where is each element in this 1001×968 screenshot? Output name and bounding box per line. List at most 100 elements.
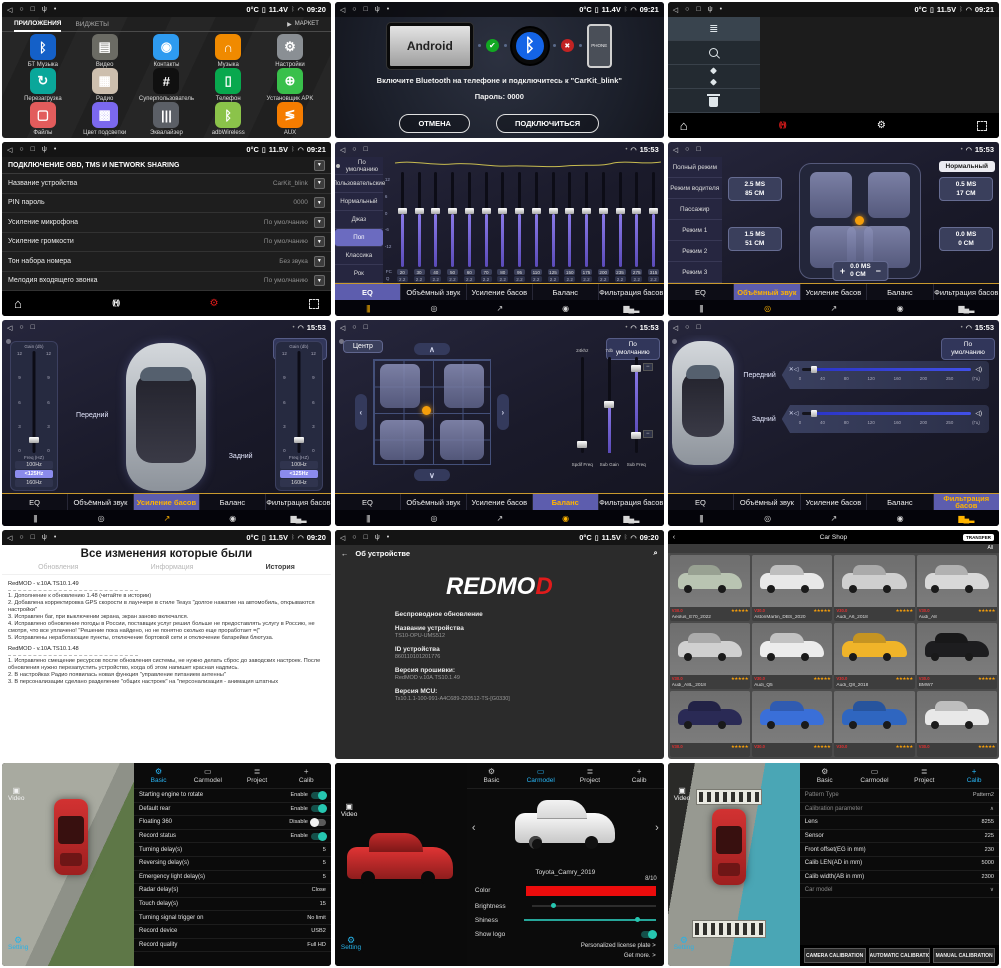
tab-project[interactable]: ≣Project [565, 767, 614, 785]
back-icon[interactable]: ◁ [340, 324, 345, 332]
toggle-switch[interactable] [311, 792, 326, 799]
shiness-handle[interactable] [635, 917, 640, 922]
back-icon[interactable]: ◁ [340, 534, 345, 542]
setting-button[interactable]: ⚙Setting [341, 936, 361, 952]
playlist-edit-button[interactable]: ≣ [668, 17, 760, 41]
recents-icon[interactable]: □ [364, 324, 368, 331]
recents-icon[interactable]: □ [31, 146, 35, 153]
eq-slider-handle[interactable] [582, 208, 591, 214]
bass-icon[interactable]: ↗ [134, 514, 200, 523]
calib-setting-row[interactable]: Pattern Type Pattern2 [800, 789, 999, 803]
tab-widgets[interactable]: ВИДЖЕТЫ [75, 18, 108, 31]
app-icon[interactable]: ↻ Перезагрузка [12, 68, 74, 102]
back-icon[interactable]: ◁ [340, 146, 345, 154]
app-icon[interactable]: ▦ Радио [74, 68, 136, 102]
eq-icon[interactable]: ||| [2, 514, 68, 523]
balance-icon[interactable]: ◉ [867, 304, 933, 313]
car-card[interactable]: V30.0 ★★★★★ AstonMartin_DBS_2020 [752, 555, 832, 621]
car-card[interactable]: V30.0 ★★★★★ [670, 691, 750, 757]
about-item[interactable]: ID устройства 860110101201776 [395, 646, 664, 660]
eq-slider[interactable] [518, 172, 521, 267]
balance-position-dot[interactable] [422, 406, 431, 415]
recents-icon[interactable]: □ [31, 324, 35, 331]
calib-setting-row[interactable]: Front offset(EG in mm) 230 [800, 843, 999, 857]
filter-icon[interactable]: ▆▄▂ [265, 514, 331, 523]
camera-setting-row[interactable]: Record device USB2 [134, 925, 331, 939]
filter-handle[interactable] [811, 410, 817, 417]
arrow-left-button[interactable]: ‹ [355, 394, 367, 430]
balance-icon[interactable]: ◉ [532, 514, 598, 523]
settings-row[interactable]: Мелодия входящего звонка По умолчанию ▼ [2, 272, 331, 292]
filter-handle[interactable] [811, 366, 817, 373]
video-button[interactable]: ▣Video [341, 803, 358, 819]
dropdown-icon[interactable]: ▼ [314, 197, 325, 208]
rear-left-delay[interactable]: 1.5 MS51 CM [728, 227, 782, 251]
shiness-slider[interactable] [524, 919, 656, 921]
tab-filter[interactable]: Фильтрация басов [599, 284, 664, 300]
eq-slider-handle[interactable] [431, 208, 440, 214]
bass-icon[interactable]: ↗ [800, 304, 866, 313]
settings-row[interactable]: Название устройства CarKit_blink ▼ [2, 174, 331, 194]
calib-setting-row[interactable]: Calib LEN(AD in mm) 5000 [800, 857, 999, 871]
eq-slider[interactable] [635, 172, 638, 267]
tab-eq[interactable]: EQ [335, 284, 401, 300]
eq-slider-handle[interactable] [415, 208, 424, 214]
back-icon[interactable]: ‹ [673, 534, 675, 541]
transfer-button[interactable]: TRANSFER [963, 534, 994, 541]
eq-slider[interactable] [552, 172, 555, 267]
gain-slider[interactable]: 129630 129630 [282, 351, 316, 453]
calib-setting-row[interactable]: Sensor 225 [800, 830, 999, 844]
arrow-up-button[interactable]: ∧ [414, 343, 450, 355]
tab-balance[interactable]: Баланс [533, 284, 599, 300]
back-icon[interactable]: ◁ [7, 146, 12, 154]
settings-row[interactable]: Усиление громкости По умолчанию ▼ [2, 233, 331, 253]
eq-slider-handle[interactable] [448, 208, 457, 214]
back-arrow-icon[interactable]: ← [341, 549, 349, 558]
tab-calib[interactable]: +Calib [615, 767, 664, 785]
eq-preset[interactable]: Джаз [335, 211, 383, 229]
camera-setting-row[interactable]: Turning delay(s) 5 [134, 843, 331, 857]
tab-surround[interactable]: Объёмный звук [734, 284, 800, 300]
car-card[interactable]: V30.0 ★★★★★ Audi_Q8_2018 [834, 623, 914, 689]
calibration-button[interactable]: CAMERA CALIBRATION [804, 948, 866, 963]
camera-setting-row[interactable]: Emergency light delay(s) 5 [134, 871, 331, 885]
tab-surround[interactable]: Объёмный звук [401, 494, 467, 510]
balance-icon[interactable]: ◉ [532, 304, 598, 313]
car-card[interactable]: V30.0 ★★★★★ Aeolus_E70_2022 [670, 555, 750, 621]
camera-setting-row[interactable]: Default rear Enable [134, 803, 331, 817]
slider-handle-2[interactable] [631, 432, 641, 439]
eq-slider-handle[interactable] [549, 208, 558, 214]
plus-button[interactable]: + [840, 267, 845, 275]
filter-slider[interactable]: ✕◁ ◁) 04080120160200250(Гц) [782, 405, 989, 433]
link-button[interactable] [668, 65, 760, 89]
rear-right-delay[interactable]: 0.0 MS0 CM [939, 227, 993, 251]
mute-icon[interactable]: ✕◁ [789, 410, 799, 417]
bass-icon[interactable]: ↗ [466, 304, 532, 313]
eq-icon[interactable]: ||| [668, 304, 734, 313]
about-item[interactable]: Беспроводное обновление [395, 611, 664, 618]
camera-setting-row[interactable]: Radar delay(s) Close [134, 884, 331, 898]
next-model-button[interactable]: › [655, 822, 659, 834]
tab-basic[interactable]: ⚙Basic [800, 767, 850, 785]
slider-handle[interactable] [604, 401, 614, 408]
tab-basic[interactable]: ⚙Basic [467, 767, 516, 785]
front-right-delay[interactable]: 0.5 MS17 CM [939, 177, 993, 201]
app-icon[interactable]: ▩ Цвет подсветки [74, 102, 136, 136]
changelog-tab[interactable]: Информация [151, 564, 194, 571]
eq-slider[interactable] [434, 172, 437, 267]
back-icon[interactable]: ◁ [673, 6, 678, 14]
tab-eq[interactable]: EQ [335, 494, 401, 510]
eq-slider-handle[interactable] [599, 208, 608, 214]
eq-preset[interactable]: По умолчанию [335, 157, 383, 175]
home-circle-icon[interactable]: ○ [352, 6, 356, 13]
tab-project[interactable]: ≣Project [232, 767, 281, 785]
eq-icon[interactable]: ||| [335, 514, 401, 523]
cancel-button[interactable]: ОТМЕНА [399, 114, 470, 133]
camera-setting-row[interactable]: Floating 360 Disable [134, 816, 331, 830]
tab-carmodel[interactable]: ▭Carmodel [850, 767, 900, 785]
surround-mode[interactable]: Режим водителя [668, 178, 722, 199]
camera-setting-row[interactable]: Record status Enable [134, 830, 331, 844]
layout-icon[interactable] [977, 121, 987, 131]
eq-slider[interactable] [535, 172, 538, 267]
back-icon[interactable]: ◁ [340, 6, 345, 14]
